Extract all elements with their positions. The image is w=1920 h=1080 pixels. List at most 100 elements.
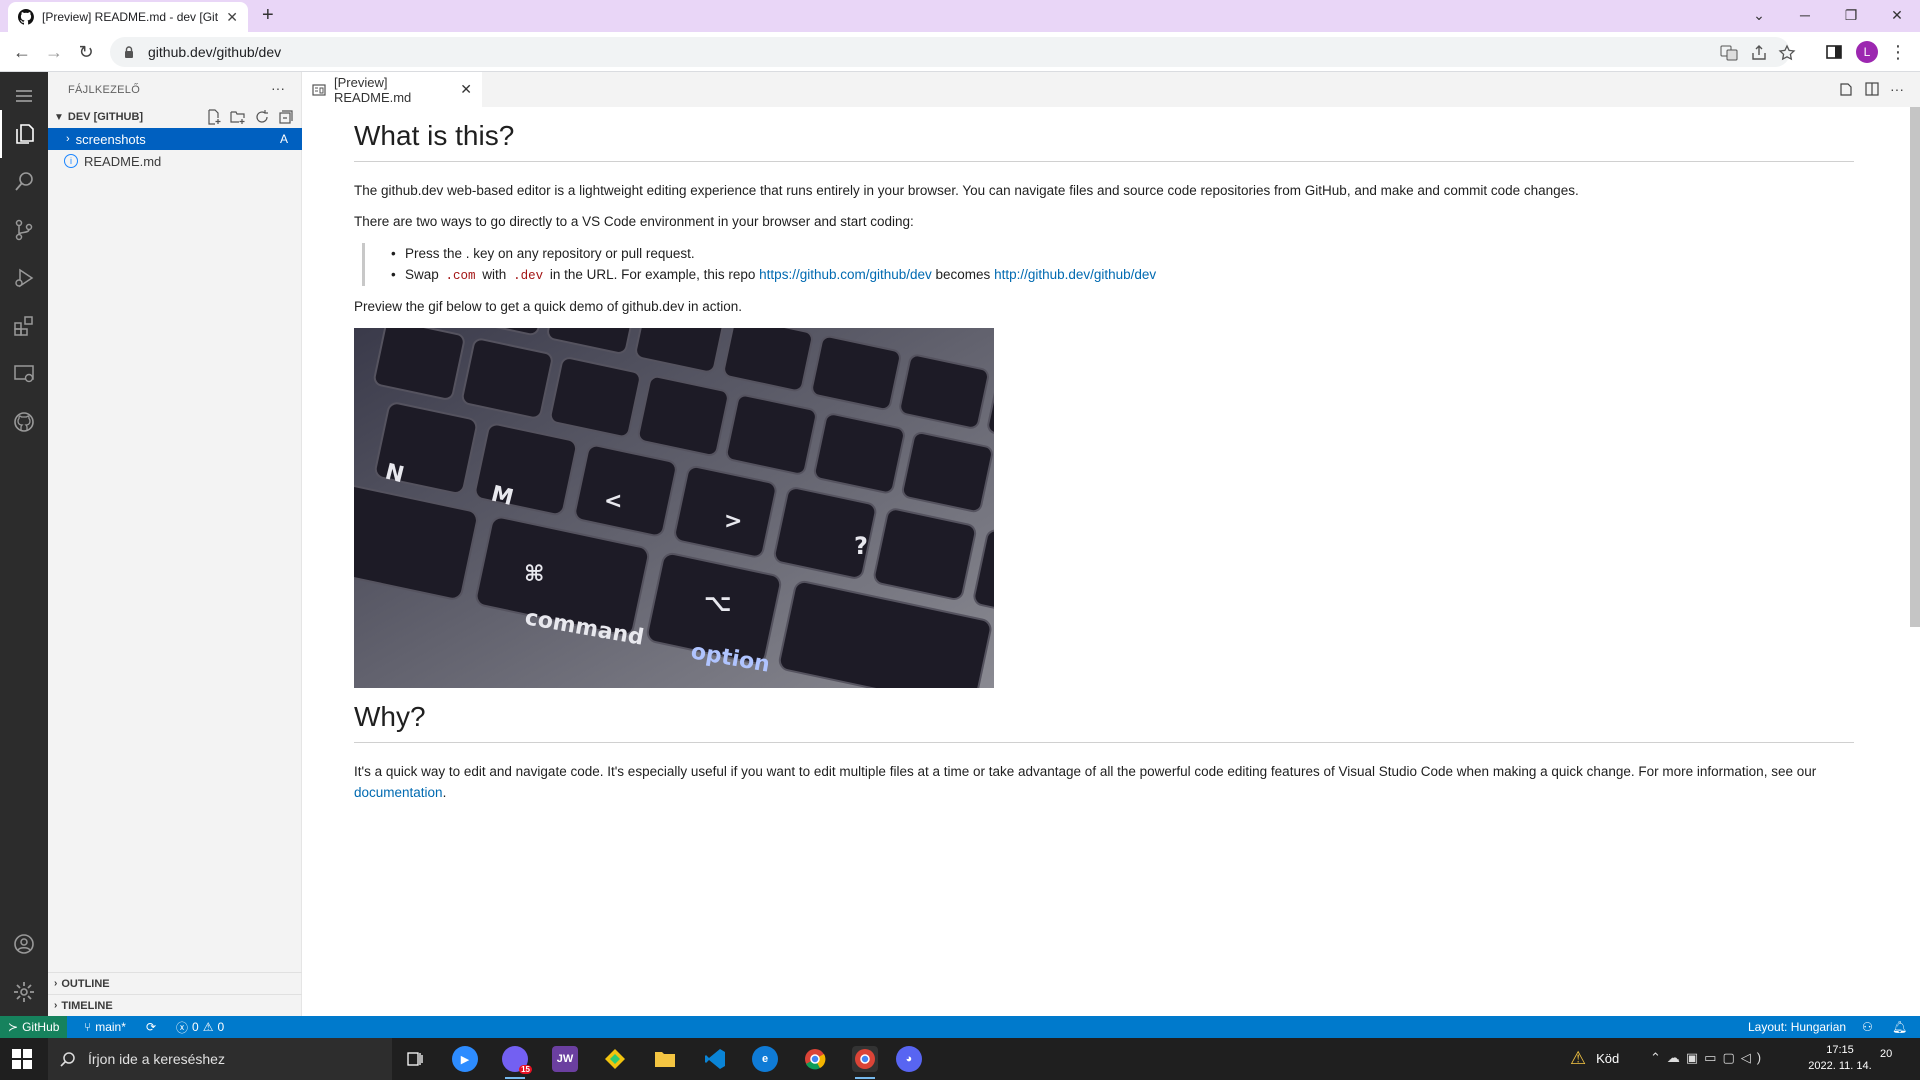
paragraph-two-ways: There are two ways to go directly to a V… <box>354 214 914 230</box>
sync-icon[interactable]: ⟳ <box>146 1016 156 1038</box>
documentation-link[interactable]: documentation <box>354 785 443 800</box>
chrome-profile-app-icon[interactable] <box>852 1046 878 1072</box>
viber-app-icon[interactable]: 15 <box>502 1046 532 1074</box>
warning-count: 0 <box>217 1020 225 1034</box>
warning-icon: ⚠ <box>202 1020 214 1034</box>
restore-button[interactable]: ❐ <box>1828 0 1874 30</box>
github-icon[interactable] <box>0 398 48 446</box>
chevron-right-icon: › <box>66 133 70 145</box>
clock-date: 2022. 11. 14. <box>1808 1060 1872 1072</box>
github-com-link[interactable]: https://github.com/github/dev <box>759 267 932 282</box>
taskbar-clock[interactable]: 17:15 2022. 11. 14. <box>1790 1042 1890 1074</box>
windows-taskbar: Írjon ide a kereséshez ▶ 15 JW e ◕ ⚠ Köd … <box>0 1038 1920 1080</box>
source-control-icon[interactable] <box>0 206 48 254</box>
outline-section[interactable]: › OUTLINE <box>48 972 302 994</box>
zoom-app-icon[interactable]: ▶ <box>452 1046 478 1072</box>
minimize-button[interactable]: ─ <box>1782 0 1828 30</box>
chevron-right-icon: › <box>54 1000 58 1011</box>
refresh-icon[interactable] <box>254 109 270 125</box>
remote-explorer-icon[interactable] <box>0 350 48 398</box>
taskbar-search-box[interactable]: Írjon ide a kereséshez <box>48 1038 392 1080</box>
tree-item-screenshots[interactable]: › screenshots A <box>48 128 302 150</box>
github-dev-link[interactable]: http://github.dev/github/dev <box>994 267 1156 282</box>
chrome-app-icon[interactable] <box>802 1046 828 1072</box>
heading-why: Why? <box>354 700 1854 743</box>
workspace-section-header[interactable]: ▼ DEV [GITHUB] <box>48 106 302 128</box>
browser-tab[interactable]: [Preview] README.md - dev [Git ✕ <box>8 2 248 32</box>
open-source-icon[interactable] <box>1838 81 1854 97</box>
new-tab-button[interactable]: + <box>262 4 274 27</box>
new-folder-icon[interactable] <box>230 109 246 125</box>
tree-item-readme[interactable]: i README.md <box>48 150 302 172</box>
live-share-icon[interactable]: ⚇ <box>1862 1016 1873 1038</box>
clock-time: 17:15 <box>1826 1044 1854 1056</box>
new-file-icon[interactable] <box>206 109 222 125</box>
collapse-all-icon[interactable] <box>278 109 294 125</box>
discord-app-icon[interactable]: ◕ <box>896 1046 922 1072</box>
address-bar[interactable]: github.dev/github/dev <box>110 37 1796 67</box>
chevron-down-icon: ▼ <box>54 111 64 123</box>
back-button[interactable]: ← <box>10 40 34 64</box>
list-item: Press the . key on any repository or pul… <box>389 243 1854 265</box>
settings-gear-icon[interactable] <box>0 968 48 1016</box>
svg-text:?: ? <box>854 532 868 560</box>
paragraph-why: It's a quick way to edit and navigate co… <box>354 761 1854 804</box>
branch-label: main* <box>95 1020 126 1034</box>
activity-bar <box>0 72 48 1016</box>
layout-label: Layout: Hungarian <box>1748 1020 1847 1034</box>
tab-search-icon[interactable]: ⌄ <box>1736 0 1782 30</box>
system-tray-icons[interactable]: ⌃☁▣▭▢◁) <box>1650 1050 1767 1066</box>
run-debug-icon[interactable] <box>0 254 48 302</box>
profile-avatar[interactable]: L <box>1856 41 1878 63</box>
forward-button[interactable]: → <box>42 40 66 64</box>
close-window-button[interactable]: ✕ <box>1874 0 1920 30</box>
remote-indicator[interactable]: ≻ GitHub <box>0 1016 68 1038</box>
inline-code: .dev <box>513 269 544 284</box>
editor-tab-readme-preview[interactable]: [Preview] README.md ✕ <box>302 72 482 107</box>
vertical-scrollbar[interactable] <box>1910 107 1920 627</box>
jw-app-icon[interactable]: JW <box>552 1046 578 1072</box>
split-editor-icon[interactable] <box>1864 81 1880 97</box>
branch-indicator[interactable]: ⑂ main* <box>84 1016 126 1038</box>
info-icon: i <box>64 154 78 168</box>
translate-icon[interactable] <box>1720 44 1738 62</box>
bell-icon[interactable]: 🔔︎ <box>1892 1016 1907 1038</box>
extensions-icon[interactable] <box>0 302 48 350</box>
paragraph-intro: The github.dev web-based editor is a lig… <box>354 182 1579 198</box>
weather-widget[interactable]: ⚠ Köd <box>1570 1048 1619 1069</box>
task-view-icon[interactable] <box>402 1046 428 1072</box>
more-actions-icon[interactable]: ··· <box>271 80 285 96</box>
close-tab-icon[interactable]: ✕ <box>226 9 238 26</box>
browser-toolbar: ← → ↻ github.dev/github/dev L ⋮ <box>0 32 1920 72</box>
github-icon <box>18 9 34 25</box>
keyboard-layout-indicator[interactable]: Layout: Hungarian <box>1748 1016 1846 1038</box>
close-editor-icon[interactable]: ✕ <box>460 81 472 98</box>
explorer-icon[interactable] <box>0 110 48 158</box>
accounts-icon[interactable] <box>0 920 48 968</box>
side-panel-icon[interactable] <box>1822 40 1846 64</box>
vscode-app-icon[interactable] <box>702 1046 728 1072</box>
bookmark-star-icon[interactable] <box>1778 44 1796 62</box>
browser-tab-title: [Preview] README.md - dev [Git <box>42 10 219 24</box>
file-explorer-icon[interactable] <box>652 1046 678 1072</box>
edge-app-icon[interactable]: e <box>752 1046 778 1072</box>
search-icon[interactable] <box>0 158 48 206</box>
text-span: with <box>478 267 511 283</box>
share-icon[interactable] <box>1750 44 1768 62</box>
workspace-name: DEV [GITHUB] <box>67 111 144 123</box>
git-app-icon[interactable] <box>602 1046 628 1072</box>
browser-menu-icon[interactable]: ⋮ <box>1886 40 1910 64</box>
weather-label: Köd <box>1596 1051 1620 1066</box>
timeline-section[interactable]: › TIMELINE <box>48 994 302 1016</box>
editor-more-actions-icon[interactable]: ··· <box>1890 81 1906 97</box>
tree-item-label: screenshots <box>75 131 146 147</box>
running-indicator <box>505 1077 525 1079</box>
reload-button[interactable]: ↻ <box>74 40 98 64</box>
git-status-badge: A <box>279 132 288 146</box>
problems-indicator[interactable]: ⓧ 0 ⚠ 0 <box>176 1016 224 1038</box>
branch-icon: ⑂ <box>84 1020 92 1034</box>
search-placeholder: Írjon ide a kereséshez <box>88 1051 225 1067</box>
windows-start-icon[interactable] <box>12 1049 32 1069</box>
notification-center-icon[interactable]: 20 <box>1880 1048 1910 1070</box>
text-span: It's a quick way to edit and navigate co… <box>354 763 1817 779</box>
